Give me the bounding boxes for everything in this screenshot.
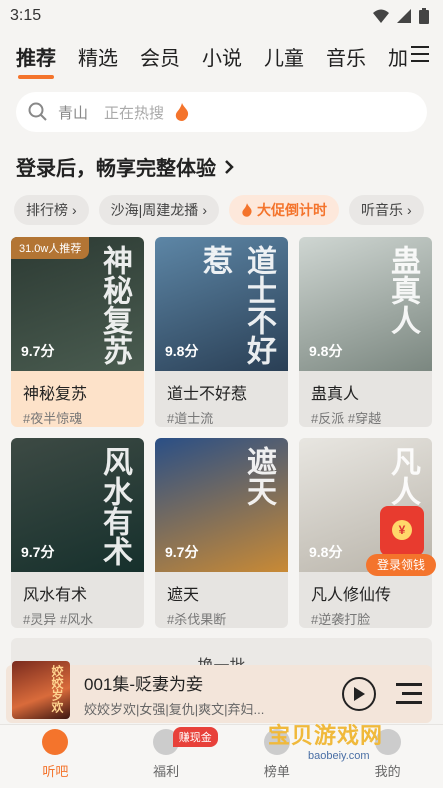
book-tags: #逆袭打脸	[311, 612, 371, 627]
signal-icon	[373, 9, 389, 23]
chevron-right-icon: ›	[202, 202, 207, 218]
tab-vip[interactable]: 会员	[140, 42, 180, 71]
cover-title-art: 蛊真人	[386, 245, 419, 335]
tabbar-label: 听吧	[42, 764, 69, 779]
reward-label: 登录领钱	[366, 554, 436, 576]
book-cover[interactable]: 神秘复苏 31.0w人推荐 9.7分	[11, 237, 144, 371]
book-score: 9.8分	[309, 544, 343, 560]
tabbar-listen[interactable]: 听吧	[0, 725, 111, 788]
book-cover[interactable]: 遮天 9.7分	[155, 438, 288, 572]
now-playing-desc: 姣姣岁欢|女强|复仇|爽文|弃妇...	[84, 702, 265, 717]
tab-featured[interactable]: 精选	[78, 42, 118, 71]
book-card[interactable]: 蛊真人 9.8分 蛊真人 #反派 #穿越	[299, 237, 432, 427]
login-banner-text: 登录后，畅享完整体验	[16, 158, 216, 180]
search-hint: 正在热搜	[104, 104, 165, 122]
book-cover[interactable]: 风水有术 9.7分	[11, 438, 144, 572]
chip-label: 大促倒计时	[256, 202, 327, 218]
chevron-right-icon: ›	[72, 202, 77, 218]
search-bar[interactable]: 青山 正在热搜	[16, 92, 427, 132]
chevron-right-icon	[225, 159, 234, 174]
book-title: 道士不好惹	[167, 386, 248, 403]
now-playing-title: 001集-贬妻为妾	[84, 675, 204, 694]
tabbar-welfare[interactable]: 赚现金 福利	[111, 725, 222, 788]
battery-icon	[419, 8, 429, 24]
book-card[interactable]: 遮天 9.7分 遮天 #杀伐果断	[155, 438, 288, 628]
tab-novel[interactable]: 小说	[202, 42, 242, 71]
flame-icon	[242, 203, 252, 217]
book-tags: #反派 #穿越	[311, 411, 382, 426]
cover-title-art: 风水有术	[98, 446, 131, 566]
watermark-url: baobeiy.com	[308, 750, 370, 762]
book-title: 风水有术	[23, 587, 88, 604]
chip-promo-countdown[interactable]: 大促倒计时	[228, 195, 339, 225]
search-icon	[28, 102, 47, 121]
playlist-icon[interactable]	[396, 683, 422, 705]
book-score: 9.7分	[21, 343, 55, 359]
chip-shahai[interactable]: 沙海|周建龙播 ›	[98, 195, 219, 225]
site-watermark: 宝贝游戏网 baobeiy.com	[268, 718, 418, 768]
book-title: 遮天	[167, 587, 200, 604]
book-tags: #杀伐果断	[167, 612, 227, 627]
chip-label: 听音乐	[360, 202, 403, 218]
earn-cash-badge: 赚现金	[172, 727, 218, 747]
now-playing-cover[interactable]: 姣姣岁欢	[12, 661, 70, 719]
book-card[interactable]: 道士不好惹 9.8分 道士不好惹 #道士流	[155, 237, 288, 427]
book-tags: #道士流	[167, 411, 214, 426]
chevron-right-icon: ›	[406, 202, 412, 218]
chip-music[interactable]: 听音乐 ›	[348, 195, 424, 225]
chip-ranking[interactable]: 排行榜 ›	[14, 195, 89, 225]
book-cover[interactable]: 蛊真人 9.8分	[299, 237, 432, 371]
shortcut-chips: 排行榜 › 沙海|周建龙播 › 大促倒计时 听音乐 ›	[0, 195, 443, 225]
book-title: 凡人修仙传	[311, 587, 392, 604]
cover-text: 姣姣岁欢	[50, 665, 64, 713]
tab-recommend[interactable]: 推荐	[16, 42, 56, 79]
now-playing-bar[interactable]: 姣姣岁欢 001集-贬妻为妾 姣姣岁欢|女强|复仇|爽文|弃妇...	[6, 661, 432, 723]
now-playing-info[interactable]: 001集-贬妻为妾 姣姣岁欢|女强|复仇|爽文|弃妇...	[84, 670, 342, 718]
tab-more[interactable]: 加	[388, 42, 408, 71]
book-title: 蛊真人	[311, 386, 360, 403]
book-tags: #夜半惊魂	[23, 411, 83, 426]
play-button[interactable]	[342, 677, 376, 711]
category-tabs: 推荐 精选 会员 小说 儿童 音乐 加	[0, 32, 443, 80]
cover-title-art: 遮天	[242, 446, 275, 506]
book-cover[interactable]: 道士不好惹 9.8分	[155, 237, 288, 371]
play-icon	[354, 687, 365, 701]
book-score: 9.8分	[309, 343, 343, 359]
book-score: 9.7分	[21, 544, 55, 560]
tabbar-label: 福利	[153, 764, 180, 779]
chip-label: 沙海|周建龙播	[110, 202, 199, 218]
login-reward-float[interactable]: 登录领钱	[366, 506, 436, 576]
red-envelope-icon	[380, 506, 424, 556]
book-card[interactable]: 风水有术 9.7分 风水有术 #灵异 #风水	[11, 438, 144, 628]
listen-icon	[42, 729, 69, 755]
book-score: 9.7分	[165, 544, 199, 560]
book-tags: #灵异 #风水	[23, 612, 94, 627]
status-bar: 3:15	[0, 0, 443, 32]
book-score: 9.8分	[165, 343, 199, 359]
menu-icon[interactable]	[411, 46, 429, 62]
book-title: 神秘复苏	[23, 386, 88, 403]
tab-music[interactable]: 音乐	[326, 42, 366, 71]
search-keyword: 青山	[58, 104, 89, 122]
cover-title-art: 神秘复苏	[98, 245, 131, 365]
cellular-icon	[397, 9, 411, 23]
watermark-title: 宝贝游戏网	[268, 723, 384, 748]
chip-label: 排行榜	[26, 202, 68, 218]
book-card[interactable]: 神秘复苏 31.0w人推荐 9.7分 神秘复苏 #夜半惊魂	[11, 237, 144, 427]
status-time: 3:15	[10, 7, 42, 24]
login-banner[interactable]: 登录后，畅享完整体验	[16, 152, 427, 181]
recommend-badge: 31.0w人推荐	[11, 237, 90, 259]
cover-title-art: 道士不好惹	[198, 245, 275, 365]
tab-children[interactable]: 儿童	[264, 42, 304, 71]
status-icons	[373, 8, 429, 24]
hot-flame-icon	[175, 103, 189, 121]
